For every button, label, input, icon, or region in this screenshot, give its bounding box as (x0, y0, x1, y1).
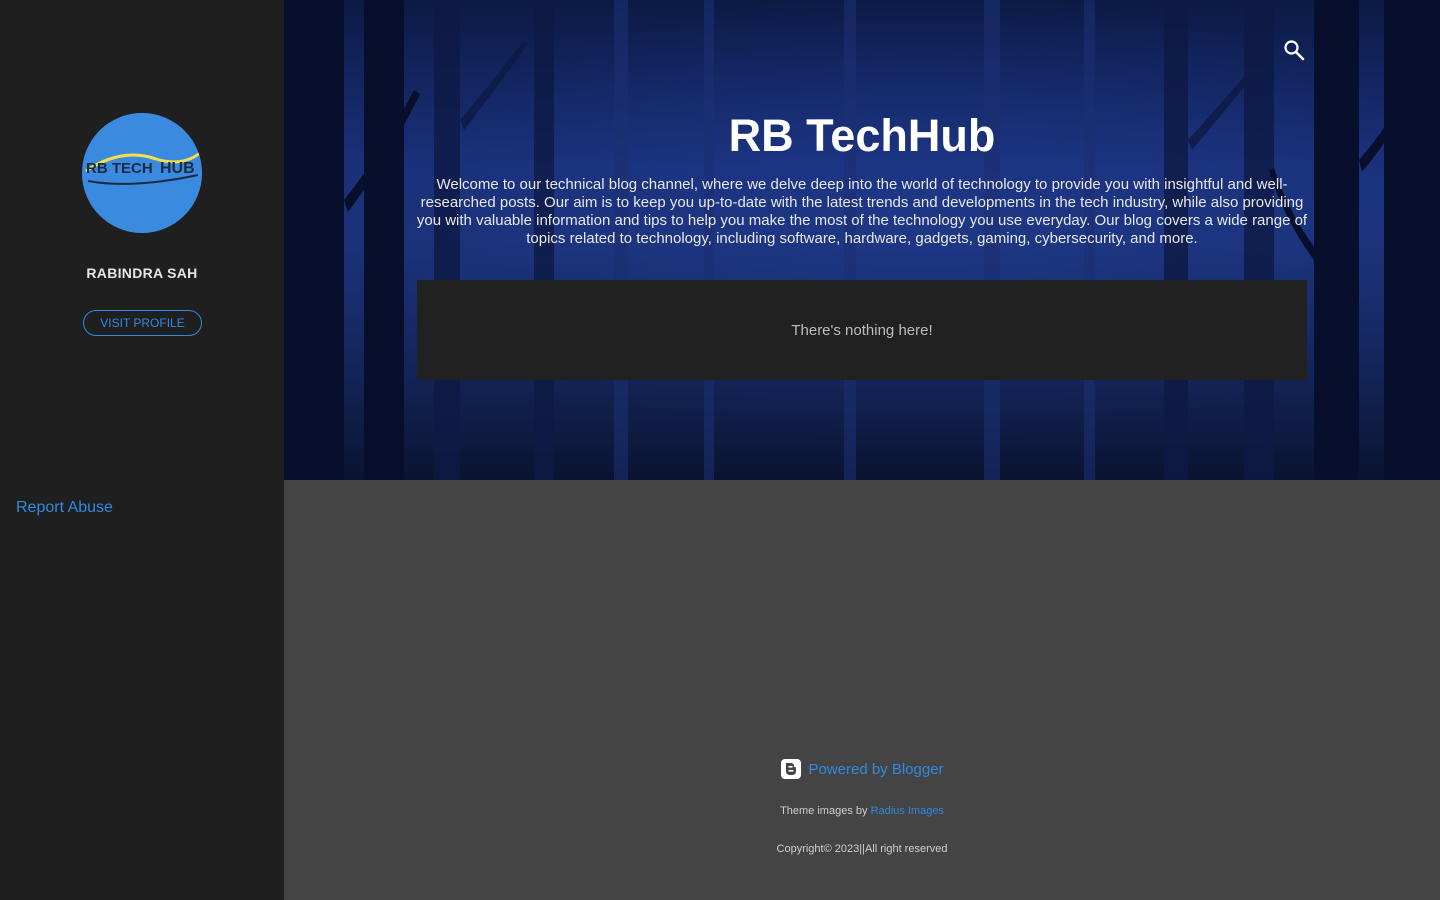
copyright: Copyright© 2023||All right reserved (776, 843, 948, 855)
profile-name: RABINDRA SAH (86, 265, 198, 281)
rb-techhub-logo-icon: RB TECH HUB (82, 113, 202, 233)
sidebar: RB TECH HUB RABINDRA SAH VISIT PROFILE R… (0, 0, 284, 900)
footer: Powered by Blogger Theme images by Radiu… (284, 740, 1440, 855)
blog-description: Welcome to our technical blog channel, w… (416, 176, 1308, 247)
blogger-icon (781, 759, 802, 779)
powered-by-blogger-link[interactable]: Powered by Blogger (780, 758, 944, 780)
radius-images-link[interactable]: Radius Images (871, 805, 944, 817)
blog-title[interactable]: RB TechHub (284, 110, 1440, 162)
logo-text-right: HUB (160, 160, 195, 177)
theme-prefix: Theme images by (780, 805, 868, 817)
theme-attribution: Theme images by Radius Images (284, 805, 1440, 817)
visit-profile-button[interactable]: VISIT PROFILE (83, 310, 202, 336)
search-icon[interactable] (1282, 38, 1306, 62)
logo-text-left: RB TECH (86, 160, 153, 177)
powered-by-label: Powered by Blogger (808, 760, 944, 778)
posts-container: There's nothing here! (417, 280, 1307, 380)
blog-header: RB TechHub Welcome to our technical blog… (284, 0, 1440, 480)
empty-message: There's nothing here! (791, 321, 933, 339)
profile-avatar[interactable]: RB TECH HUB (82, 113, 202, 233)
report-abuse-link[interactable]: Report Abuse (16, 499, 113, 517)
